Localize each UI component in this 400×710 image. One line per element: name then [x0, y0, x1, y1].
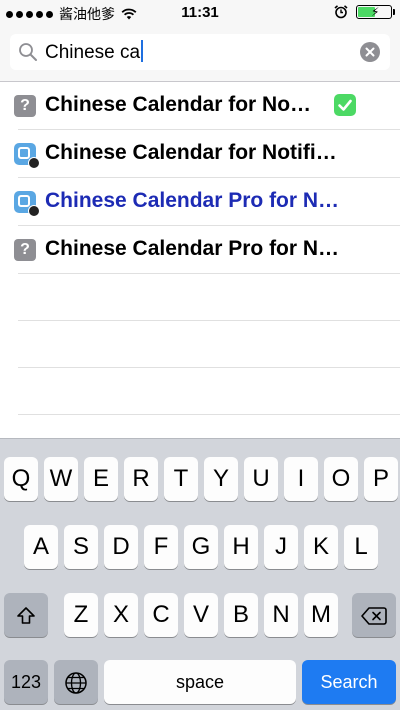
empty-row — [18, 368, 400, 415]
alarm-clock-icon — [334, 5, 348, 19]
delete-key[interactable] — [352, 593, 396, 637]
clear-search-button[interactable] — [360, 42, 380, 62]
search-query-text: Chinese ca — [45, 40, 144, 65]
backspace-icon — [361, 606, 387, 625]
result-row-selected[interactable]: Chinese Calendar Pro for N… — [14, 178, 400, 226]
key-q[interactable]: Q — [4, 457, 38, 501]
key-i[interactable]: I — [284, 457, 318, 501]
result-row[interactable]: ? Chinese Calendar for No… — [14, 82, 400, 130]
key-s[interactable]: S — [64, 525, 98, 569]
key-k[interactable]: K — [304, 525, 338, 569]
key-u[interactable]: U — [244, 457, 278, 501]
key-b[interactable]: B — [224, 593, 258, 637]
result-label: Chinese Calendar Pro for N… — [45, 189, 340, 212]
numbers-key[interactable]: 123 — [4, 660, 48, 704]
key-g[interactable]: G — [184, 525, 218, 569]
key-r[interactable]: R — [124, 457, 158, 501]
key-z[interactable]: Z — [64, 593, 98, 637]
keyboard: Q W E R T Y U I O P A S D F G H J K L Z … — [0, 438, 400, 710]
app-store-icon — [14, 191, 40, 217]
search-input[interactable]: Chinese ca — [10, 34, 390, 70]
result-row[interactable]: ? Chinese Calendar Pro for N… — [14, 226, 400, 274]
key-j[interactable]: J — [264, 525, 298, 569]
globe-icon — [65, 671, 87, 694]
key-p[interactable]: P — [364, 457, 398, 501]
globe-key[interactable] — [54, 660, 98, 704]
question-icon: ? — [14, 239, 36, 261]
shift-key[interactable] — [4, 593, 48, 637]
key-n[interactable]: N — [264, 593, 298, 637]
key-l[interactable]: L — [344, 525, 378, 569]
result-label: Chinese Calendar for Notifi… — [45, 141, 337, 164]
key-w[interactable]: W — [44, 457, 78, 501]
search-bar: Chinese ca — [0, 26, 400, 82]
empty-row — [18, 321, 400, 368]
result-row[interactable]: Chinese Calendar for Notifi… — [14, 130, 400, 178]
space-key[interactable]: space — [104, 660, 296, 704]
key-e[interactable]: E — [84, 457, 118, 501]
checkmark-icon — [334, 94, 356, 116]
close-icon — [365, 47, 375, 57]
empty-row — [18, 274, 400, 321]
shift-icon — [17, 606, 35, 624]
key-d[interactable]: D — [104, 525, 138, 569]
key-y[interactable]: Y — [204, 457, 238, 501]
key-m[interactable]: M — [304, 593, 338, 637]
text-caret — [141, 40, 144, 62]
question-icon: ? — [14, 95, 36, 117]
key-f[interactable]: F — [144, 525, 178, 569]
search-key[interactable]: Search — [302, 660, 396, 704]
result-label: Chinese Calendar for No… — [45, 93, 312, 116]
search-results-list: ? Chinese Calendar for No… Chinese Calen… — [0, 82, 400, 415]
key-c[interactable]: C — [144, 593, 178, 637]
key-x[interactable]: X — [104, 593, 138, 637]
result-label: Chinese Calendar Pro for N… — [45, 237, 340, 260]
key-h[interactable]: H — [224, 525, 258, 569]
search-icon — [19, 43, 37, 61]
key-o[interactable]: O — [324, 457, 358, 501]
key-v[interactable]: V — [184, 593, 218, 637]
key-a[interactable]: A — [24, 525, 58, 569]
app-store-icon — [14, 143, 40, 169]
key-t[interactable]: T — [164, 457, 198, 501]
status-bar: 酱油他爹 11:31 ⚡ — [0, 0, 400, 26]
status-right-group: ⚡ — [334, 5, 395, 19]
battery-icon: ⚡ — [356, 5, 395, 19]
